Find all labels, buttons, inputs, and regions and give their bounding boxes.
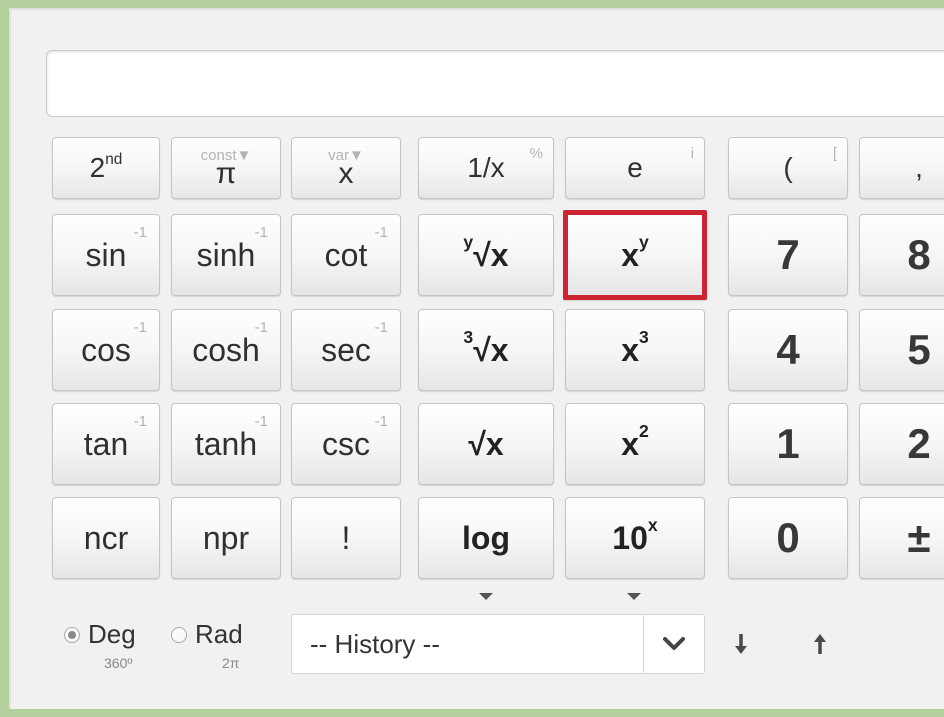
sin-button[interactable]: sin -1 xyxy=(52,214,160,296)
pow10-menu-caret-icon[interactable] xyxy=(627,593,641,600)
sec-button[interactable]: sec -1 xyxy=(291,309,401,391)
digit-0-button[interactable]: 0 xyxy=(728,497,848,579)
log-menu-caret-icon[interactable] xyxy=(479,593,493,600)
calculator-display[interactable] xyxy=(46,50,944,117)
npr-button[interactable]: npr xyxy=(171,497,281,579)
rad-sub-label: 2π xyxy=(222,655,240,671)
deg-radio-option[interactable]: Deg xyxy=(64,619,136,650)
arrow-down-icon xyxy=(735,634,747,654)
rad-radio-option[interactable]: Rad xyxy=(171,619,243,650)
ncr-button[interactable]: ncr xyxy=(52,497,160,579)
csc-button[interactable]: csc -1 xyxy=(291,403,401,485)
history-select-value: -- History -- xyxy=(310,628,440,659)
history-up-button[interactable] xyxy=(805,624,835,664)
cos-button[interactable]: cos -1 xyxy=(52,309,160,391)
arrow-up-icon xyxy=(814,634,826,654)
history-down-button[interactable] xyxy=(726,624,756,664)
digit-4-button[interactable]: 4 xyxy=(728,309,848,391)
log-button[interactable]: log xyxy=(418,497,554,579)
y-root-button[interactable]: y √x xyxy=(418,214,554,296)
tan-button[interactable]: tan -1 xyxy=(52,403,160,485)
comma-button[interactable]: , xyxy=(859,137,944,199)
x-squared-button[interactable]: x2 xyxy=(565,403,705,485)
deg-radio[interactable] xyxy=(64,626,80,643)
var-x-button[interactable]: var▼ x xyxy=(291,137,401,199)
square-root-button[interactable]: √x xyxy=(418,403,554,485)
second-function-button[interactable]: 2nd xyxy=(52,137,160,199)
factorial-button[interactable]: ! xyxy=(291,497,401,579)
history-dropdown-button[interactable] xyxy=(643,615,704,673)
e-constant-button[interactable]: e i xyxy=(565,137,705,199)
open-paren-button[interactable]: ( [ xyxy=(728,137,848,199)
rad-radio[interactable] xyxy=(171,626,187,643)
digit-5-button[interactable]: 5 xyxy=(859,309,944,391)
cube-root-button[interactable]: 3 √x xyxy=(418,309,554,391)
digit-2-button[interactable]: 2 xyxy=(859,403,944,485)
sinh-button[interactable]: sinh -1 xyxy=(171,214,281,296)
cosh-button[interactable]: cosh -1 xyxy=(171,309,281,391)
deg-sub-label: 360º xyxy=(104,655,133,671)
radio-selected-dot xyxy=(68,630,76,639)
reciprocal-button[interactable]: 1/x % xyxy=(418,137,554,199)
plus-minus-button[interactable]: ± xyxy=(859,497,944,579)
x-cubed-button[interactable]: x3 xyxy=(565,309,705,391)
history-select[interactable]: -- History -- xyxy=(291,614,705,674)
ten-power-x-button[interactable]: 10 x xyxy=(565,497,705,579)
x-power-y-button[interactable]: xy xyxy=(563,210,707,300)
digit-1-button[interactable]: 1 xyxy=(728,403,848,485)
chevron-down-icon xyxy=(663,637,685,650)
cot-button[interactable]: cot -1 xyxy=(291,214,401,296)
digit-7-button[interactable]: 7 xyxy=(728,214,848,296)
tanh-button[interactable]: tanh -1 xyxy=(171,403,281,485)
digit-8-button[interactable]: 8 xyxy=(859,214,944,296)
const-pi-button[interactable]: const▼ π xyxy=(171,137,281,199)
